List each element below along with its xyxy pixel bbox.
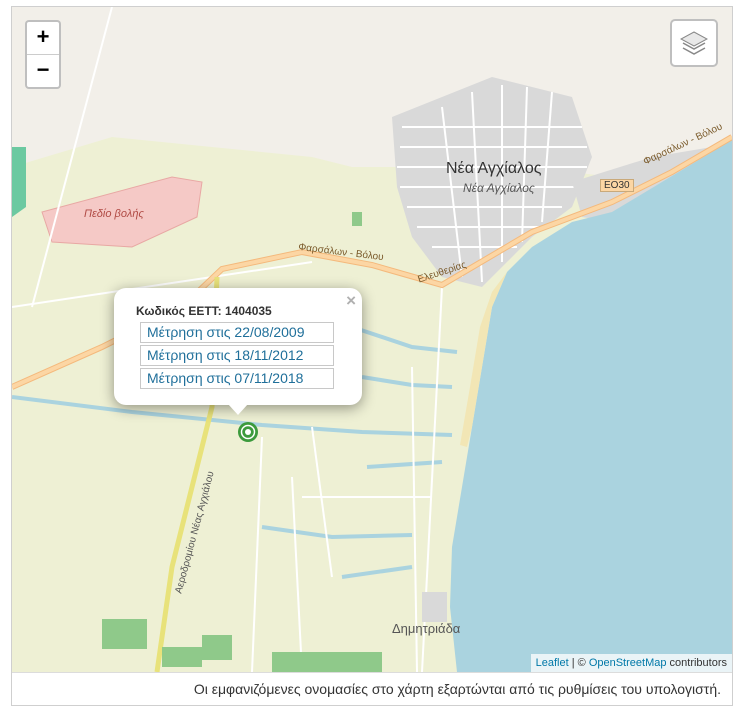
route-shield-eo30: ΕΟ30 — [600, 179, 634, 192]
attribution-separator: | © — [568, 657, 589, 669]
leaflet-link[interactable]: Leaflet — [536, 657, 569, 669]
town-label-nea-anchialos: Νέα Αγχίαλος — [446, 160, 542, 177]
shooting-range-label: Πεδίο βολής — [84, 208, 144, 220]
layers-icon — [680, 31, 708, 55]
measurement-marker-icon[interactable] — [235, 419, 261, 445]
attribution-suffix: contributors — [666, 657, 727, 669]
measurement-link-2012[interactable]: Μέτρηση στις 18/11/2012 — [140, 345, 334, 366]
zoom-in-button[interactable]: + — [27, 22, 59, 55]
map-canvas[interactable]: Νέα Αγχίαλος Νέα Αγχίαλος Πεδίο βολής Φα… — [12, 7, 732, 672]
zoom-control: + − — [25, 20, 61, 89]
map-footer: Οι εμφανιζόμενες ονομασίες στο χάρτη εξα… — [12, 672, 732, 705]
map-names-note: Οι εμφανιζόμενες ονομασίες στο χάρτη εξα… — [193, 681, 721, 697]
popup-tip — [228, 404, 248, 415]
measurement-popup: × Κωδικός ΕΕΤΤ: 1404035 Μέτρηση στις 22/… — [114, 288, 362, 415]
popup-title: Κωδικός ΕΕΤΤ: 1404035 — [136, 304, 272, 318]
layers-button[interactable] — [670, 19, 718, 67]
measurement-link-2009[interactable]: Μέτρηση στις 22/08/2009 — [140, 322, 334, 343]
map-attribution: Leaflet | © OpenStreetMap contributors — [530, 654, 732, 672]
town-sublabel-nea-anchialos: Νέα Αγχίαλος — [463, 181, 535, 195]
town-label-dimitriada: Δημητριάδα — [392, 621, 461, 636]
osm-link[interactable]: OpenStreetMap — [589, 657, 667, 669]
popup-close-button[interactable]: × — [346, 291, 356, 311]
zoom-out-button[interactable]: − — [27, 55, 59, 87]
measurement-link-2018[interactable]: Μέτρηση στις 07/11/2018 — [140, 368, 334, 389]
map-panel: Νέα Αγχίαλος Νέα Αγχίαλος Πεδίο βολής Φα… — [11, 6, 733, 706]
